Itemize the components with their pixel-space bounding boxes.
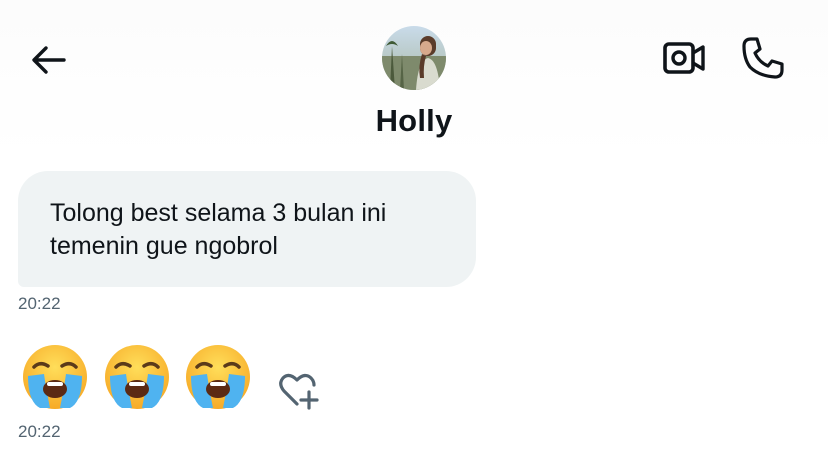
arrow-left-icon xyxy=(32,46,66,74)
loudly-crying-face-emoji xyxy=(105,345,169,409)
video-camera-icon xyxy=(663,42,705,74)
phone-icon xyxy=(742,37,784,79)
conversation-title: Holly xyxy=(375,103,453,138)
loudly-crying-face-emoji xyxy=(186,345,250,409)
conversation-header: Holly xyxy=(0,0,828,160)
message-timestamp: 20:22 xyxy=(18,294,61,313)
voice-call-button[interactable] xyxy=(738,34,788,82)
dm-conversation-screen: Holly Tolong best selama 3 bulan ini tem… xyxy=(0,0,828,475)
add-reaction-button[interactable] xyxy=(276,370,320,410)
video-call-button[interactable] xyxy=(661,38,707,78)
message-text-line: temenin gue ngobrol xyxy=(50,232,278,260)
avatar-photo xyxy=(382,26,446,90)
avatar[interactable] xyxy=(382,26,446,90)
message-timestamp: 20:22 xyxy=(18,422,61,441)
message-text-line: Tolong best selama 3 bulan ini xyxy=(50,199,387,227)
heart-plus-icon xyxy=(279,373,319,410)
loudly-crying-face-emoji xyxy=(23,345,87,409)
message-bubble[interactable]: Tolong best selama 3 bulan ini temenin g… xyxy=(18,171,476,287)
back-button[interactable] xyxy=(26,38,70,82)
